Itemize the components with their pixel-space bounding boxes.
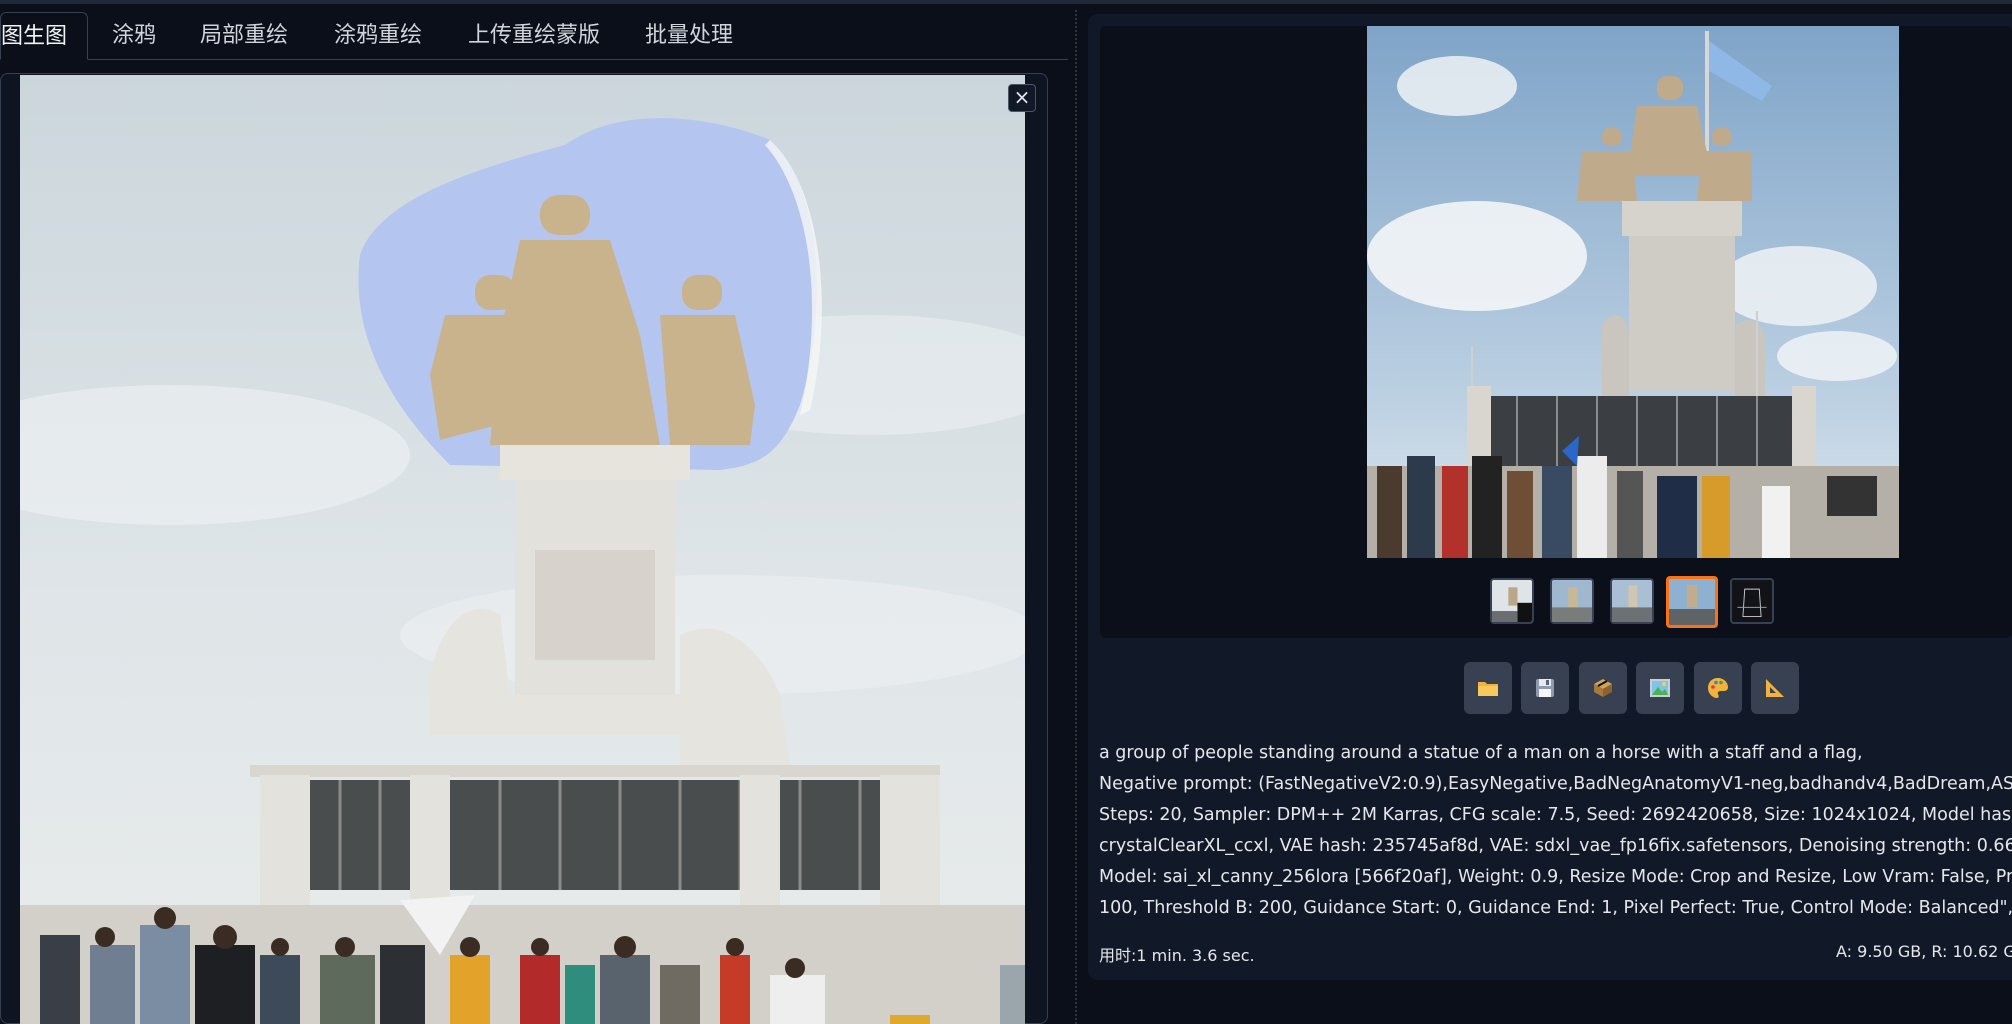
tab-inpaint[interactable]: 局部重绘 bbox=[200, 12, 288, 60]
panel-divider[interactable] bbox=[1075, 10, 1077, 1024]
tab-bar: 图生图 涂鸦 局部重绘 涂鸦重绘 上传重绘蒙版 批量处理 bbox=[0, 12, 1068, 60]
gallery-thumbnail-2[interactable] bbox=[1550, 578, 1594, 624]
negative-prompt-text: Negative prompt: (FastNegativeV2:0.9),Ea… bbox=[1099, 774, 2012, 794]
open-folder-button[interactable] bbox=[1464, 662, 1512, 714]
tab-inpaint-sketch[interactable]: 涂鸦重绘 bbox=[334, 12, 422, 60]
save-button[interactable] bbox=[1521, 662, 1569, 714]
prompt-text: a group of people standing around a stat… bbox=[1099, 743, 1863, 763]
zip-button[interactable] bbox=[1579, 662, 1627, 714]
gallery-thumbnail-4-selected[interactable] bbox=[1666, 576, 1718, 628]
close-image-button[interactable]: × bbox=[1008, 84, 1036, 112]
params-line-3: Model: sai_xl_canny_256lora [566f20af], … bbox=[1099, 867, 2012, 887]
triangle-ruler-icon bbox=[1766, 679, 1784, 697]
tab-batch[interactable]: 批量处理 bbox=[645, 12, 733, 60]
package-icon bbox=[1594, 679, 1612, 697]
folder-icon bbox=[1478, 682, 1498, 696]
time-taken: 用时:1 min. 3.6 sec. bbox=[1099, 946, 1255, 965]
output-image-preview[interactable] bbox=[1367, 26, 1899, 558]
tab-sketch[interactable]: 涂鸦 bbox=[112, 12, 156, 60]
params-line-4: 100, Threshold B: 200, Guidance Start: 0… bbox=[1099, 898, 2012, 918]
gallery-thumbnail-1[interactable] bbox=[1490, 578, 1534, 624]
send-to-extras-button[interactable] bbox=[1751, 662, 1799, 714]
inpaint-canvas[interactable] bbox=[20, 75, 1025, 1024]
send-to-inpaint-button[interactable] bbox=[1694, 662, 1742, 714]
generation-info: a group of people standing around a stat… bbox=[1099, 738, 2012, 924]
gallery-thumbnail-5[interactable] bbox=[1730, 578, 1774, 624]
window-top-border bbox=[0, 0, 2012, 4]
params-line-1: Steps: 20, Sampler: DPM++ 2M Karras, CFG… bbox=[1099, 805, 2012, 825]
tab-inpaint-upload[interactable]: 上传重绘蒙版 bbox=[468, 12, 600, 60]
memory-usage: A: 9.50 GB, R: 10.62 GB, Sy bbox=[1836, 942, 2012, 961]
picture-icon bbox=[1650, 679, 1670, 697]
palette-icon bbox=[1708, 678, 1728, 698]
params-line-2: crystalClearXL_ccxl, VAE hash: 235745af8… bbox=[1099, 836, 2012, 856]
gallery-thumbnail-3[interactable] bbox=[1610, 578, 1654, 624]
tab-img2img[interactable]: 图生图 bbox=[0, 12, 89, 60]
floppy-disk-icon bbox=[1536, 679, 1554, 697]
send-to-img2img-button[interactable] bbox=[1636, 662, 1684, 714]
